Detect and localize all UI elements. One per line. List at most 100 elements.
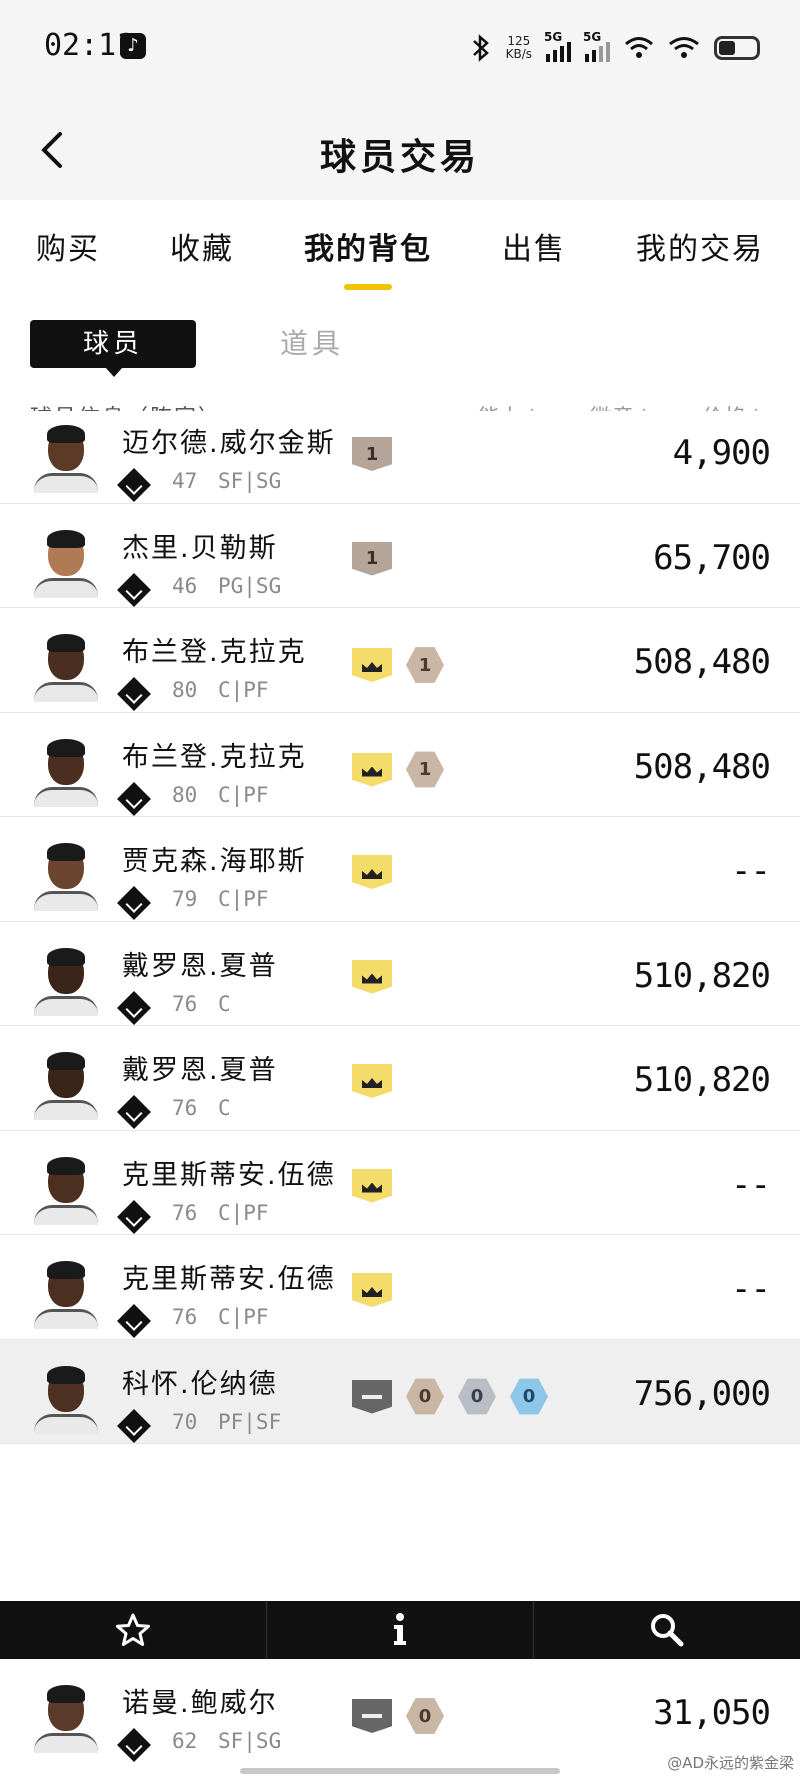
minus-badge-icon [352,1699,392,1733]
player-ovr: 46 [172,573,198,598]
rating-icon [117,1095,151,1129]
subtab-players[interactable]: 球员 [30,320,196,377]
bronze-badge: 0 [406,1698,444,1734]
player-avatar [30,1681,102,1753]
crown-badge-icon [352,855,392,889]
crown-badge-icon [352,1273,392,1307]
rating-icon [117,1304,151,1338]
search-button[interactable] [534,1601,800,1659]
bluetooth-icon [472,34,489,62]
player-price: -- [731,851,771,891]
player-badges: 1 [352,437,392,471]
player-row[interactable]: 戴罗恩.夏普 76 C 510,820 [0,921,800,1026]
tab-my-backpack[interactable]: 我的背包 [304,224,432,290]
player-avatar [30,1153,102,1225]
player-price: 508,480 [633,642,771,682]
player-ovr: 62 [172,1729,198,1753]
player-row[interactable]: 克里斯蒂安.伍德 76 C|PF -- [0,1130,800,1235]
player-row[interactable]: 迈尔德.威尔金斯 47 SF|SG 1 4,900 [0,411,800,504]
player-position: C|PF [218,887,269,911]
player-name: 杰里.贝勒斯 [122,532,278,564]
cell-signal-2-icon: 5G [583,30,610,62]
home-indicator [240,1768,560,1774]
player-badges: 1 [352,541,392,576]
search-icon [651,1614,684,1647]
level-badge: 1 [352,541,392,576]
player-row[interactable]: 科怀.伦纳德 70 PF|SF 0 0 0 756,000 [0,1339,800,1444]
player-name: 迈尔德.威尔金斯 [122,428,336,459]
player-position: C|PF [218,678,269,702]
favorite-button[interactable] [0,1601,267,1659]
bronze-badge: 1 [406,647,444,683]
player-name: 贾克森.海耶斯 [122,846,307,877]
player-avatar [30,1048,102,1120]
player-position: C [218,1096,231,1120]
star-icon [116,1613,150,1646]
player-badges [352,1273,392,1307]
blue-badge: 0 [510,1378,548,1415]
crown-badge-icon [352,648,392,682]
player-row[interactable]: 戴罗恩.夏普 76 C 510,820 [0,1026,800,1131]
subtab-items[interactable]: 道具 [280,320,344,368]
signal-1-label: 5G [544,30,563,44]
player-avatar [30,839,102,911]
player-avatar [30,526,102,598]
player-price: 756,000 [633,1373,771,1414]
player-avatar [30,1257,102,1329]
player-name: 布兰登.克拉克 [122,637,307,668]
crown-badge-icon [352,959,392,994]
player-position: PG|SG [218,573,282,598]
minus-badge-icon [352,1379,392,1414]
player-row[interactable]: 克里斯蒂安.伍德 76 C|PF -- [0,1235,800,1340]
player-name: 克里斯蒂安.伍德 [122,1159,336,1191]
player-row[interactable]: 布兰登.克拉克 80 C|PF 1 508,480 [0,608,800,713]
rating-icon [117,886,151,920]
player-position: PF|SF [218,1409,282,1434]
action-bar [0,1601,800,1659]
player-ovr: 76 [172,1305,198,1329]
player-avatar [30,421,102,493]
player-name: 戴罗恩.夏普 [122,1055,278,1086]
title-bar: 球员交易 [0,96,800,200]
rating-icon [117,677,151,711]
player-list: 迈尔德.威尔金斯 47 SF|SG 1 4,900 杰里.贝勒斯 46 PG|SG 1 65,70… [0,411,800,1601]
player-row[interactable]: 贾克森.海耶斯 79 C|PF -- [0,817,800,922]
rating-icon [117,1728,151,1762]
level-badge: 1 [352,437,392,471]
sub-tabs: 球员 道具 [0,318,800,377]
player-row[interactable]: 布兰登.克拉克 80 C|PF 1 508,480 [0,712,800,817]
net-speed-unit: KB/s [505,47,532,61]
player-price: 65,700 [653,537,771,578]
player-avatar [30,1362,102,1434]
player-ovr: 76 [172,1096,198,1120]
tiktok-icon: ♪ [120,33,146,59]
player-name: 科怀.伦纳德 [122,1368,278,1400]
wifi-icon-2 [669,37,699,58]
player-row[interactable]: 杰里.贝勒斯 46 PG|SG 1 65,700 [0,503,800,608]
tab-buy[interactable]: 购买 [36,224,100,276]
rating-icon [117,1199,151,1234]
player-name: 布兰登.克拉克 [122,741,307,773]
player-ovr: 76 [172,991,198,1016]
player-avatar [30,630,102,702]
player-position: C [218,991,231,1016]
player-price: 510,820 [633,955,771,996]
status-bar: 02:11 ♪ 125 KB/s 5G 5G [0,0,800,96]
player-price: 510,820 [633,1060,771,1100]
main-tabs: 购买 收藏 我的背包 出售 我的交易 [0,200,800,300]
player-price: 4,900 [672,433,771,473]
tab-favorites[interactable]: 收藏 [170,224,234,276]
tab-sell[interactable]: 出售 [502,224,566,276]
crown-badge-icon [352,1168,392,1203]
bronze-badge: 1 [406,751,444,788]
info-button[interactable] [267,1601,534,1659]
wifi-icon [625,37,653,58]
tab-my-trades[interactable]: 我的交易 [636,224,764,276]
player-badges [352,855,392,889]
crown-badge-icon [352,1064,392,1098]
player-position: C|PF [218,1200,269,1225]
player-badges: 1 [352,751,444,789]
crown-badge-icon [352,752,392,787]
info-icon [394,1613,406,1645]
watermark: @AD永远的紫金梁 [667,1754,794,1772]
